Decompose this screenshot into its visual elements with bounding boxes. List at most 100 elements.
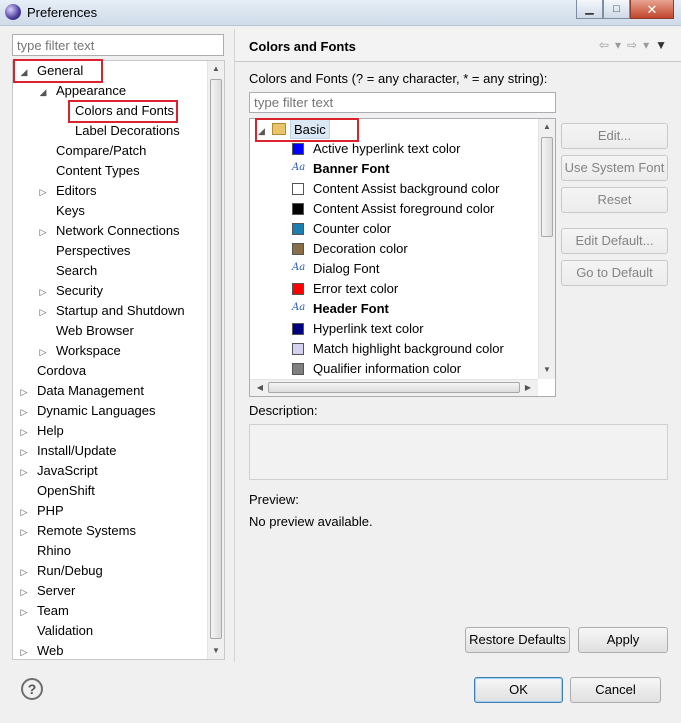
back-icon[interactable]: ⇦ <box>599 38 609 52</box>
back-menu-icon[interactable]: ▾ <box>615 38 621 52</box>
expand-arrow-icon[interactable]: ▷ <box>38 282 48 302</box>
tree-item[interactable]: Data Management <box>37 381 144 401</box>
color-font-item[interactable]: Content Assist background color <box>313 179 499 199</box>
use-system-font-button[interactable]: Use System Font <box>561 155 668 181</box>
title-bar: Preferences ▁ □ ✕ <box>0 0 681 26</box>
edit-button[interactable]: Edit... <box>561 123 668 149</box>
reset-button[interactable]: Reset <box>561 187 668 213</box>
ok-button[interactable]: OK <box>474 677 563 703</box>
view-menu-icon[interactable]: ▼ <box>655 38 667 52</box>
preference-page: Colors and Fonts ⇦ ▾ ⇨ ▾ ▼ Colors and Fo… <box>234 29 681 662</box>
close-button[interactable]: ✕ <box>630 0 674 19</box>
expand-arrow-icon[interactable]: ▷ <box>38 222 48 242</box>
expand-arrow-icon[interactable]: ▷ <box>38 342 48 362</box>
color-font-item[interactable]: Dialog Font <box>313 259 379 279</box>
tree-item[interactable]: Perspectives <box>56 241 130 261</box>
filter-label: Colors and Fonts (? = any character, * =… <box>249 71 548 86</box>
color-font-item[interactable]: Counter color <box>313 219 391 239</box>
minimize-button[interactable]: ▁ <box>576 0 603 19</box>
expand-arrow-icon[interactable]: ▷ <box>19 382 29 402</box>
scroll-left-icon[interactable]: ◀ <box>252 380 268 396</box>
tree-item[interactable]: Keys <box>56 201 85 221</box>
tree-item[interactable]: Run/Debug <box>37 561 103 581</box>
list-vscroll[interactable]: ▲ ▼ <box>538 119 555 379</box>
expand-arrow-icon[interactable]: ▷ <box>38 302 48 322</box>
help-icon[interactable]: ? <box>21 678 43 700</box>
scroll-up-icon[interactable]: ▲ <box>208 61 224 77</box>
color-font-item[interactable]: Qualifier information color <box>313 359 461 379</box>
expand-arrow-icon[interactable]: ▷ <box>19 402 29 422</box>
tree-item[interactable]: Editors <box>56 181 96 201</box>
scroll-right-icon[interactable]: ▶ <box>520 380 536 396</box>
color-font-item[interactable]: Error text color <box>313 279 398 299</box>
tree-item[interactable]: Web Browser <box>56 321 134 341</box>
scroll-down-icon[interactable]: ▼ <box>208 643 224 659</box>
tree-item[interactable]: Compare/Patch <box>56 141 146 161</box>
tree-item[interactable]: Server <box>37 581 75 601</box>
expand-arrow-icon[interactable]: ▷ <box>38 182 48 202</box>
color-font-item[interactable]: Hyperlink text color <box>313 319 424 339</box>
forward-icon[interactable]: ⇨ <box>627 38 637 52</box>
colors-fonts-tree[interactable]: ◢ Basic ▲ ▼ ◀ ▶ Active hyperlink text co… <box>249 118 556 397</box>
page-title: Colors and Fonts <box>249 39 356 54</box>
page-header: Colors and Fonts ⇦ ▾ ⇨ ▾ ▼ <box>235 29 681 62</box>
list-scroll-thumb[interactable] <box>541 137 553 237</box>
tree-item[interactable]: Cordova <box>37 361 86 381</box>
tree-scroll-thumb[interactable] <box>210 79 222 639</box>
tree-item[interactable]: Remote Systems <box>37 521 136 541</box>
tree-item[interactable]: Help <box>37 421 64 441</box>
expand-arrow-icon[interactable]: ▷ <box>19 602 29 622</box>
tree-item[interactable]: Team <box>37 601 69 621</box>
expand-arrow-icon[interactable]: ▷ <box>19 502 29 522</box>
tree-item[interactable]: Startup and Shutdown <box>56 301 185 321</box>
color-font-item[interactable]: Content Assist foreground color <box>313 199 494 219</box>
color-swatch-icon <box>292 283 304 295</box>
tree-item[interactable]: OpenShift <box>37 481 95 501</box>
list-hscroll-thumb[interactable] <box>268 382 520 393</box>
tree-item[interactable]: PHP <box>37 501 64 521</box>
tree-item[interactable]: Search <box>56 261 97 281</box>
tree-item[interactable]: Web <box>37 641 64 659</box>
tree-item[interactable]: Content Types <box>56 161 140 181</box>
expand-arrow-icon[interactable]: ▷ <box>19 462 29 482</box>
left-filter-input[interactable] <box>12 34 224 56</box>
color-font-item[interactable]: Active hyperlink text color <box>313 139 460 159</box>
scroll-down-icon[interactable]: ▼ <box>539 362 555 378</box>
edit-default-button[interactable]: Edit Default... <box>561 228 668 254</box>
forward-menu-icon[interactable]: ▾ <box>643 38 649 52</box>
tree-item[interactable]: Dynamic Languages <box>37 401 156 421</box>
tree-item[interactable]: Security <box>56 281 103 301</box>
tree-item[interactable]: Workspace <box>56 341 121 361</box>
expand-arrow-icon[interactable]: ▷ <box>19 422 29 442</box>
scroll-up-icon[interactable]: ▲ <box>539 119 555 135</box>
color-font-item[interactable]: Banner Font <box>313 159 390 179</box>
font-icon: Aa <box>292 302 306 313</box>
description-box <box>249 424 668 480</box>
tree-item[interactable]: JavaScript <box>37 461 98 481</box>
tree-scrollbar[interactable]: ▲ ▼ <box>207 61 224 659</box>
list-hscroll[interactable]: ◀ ▶ <box>250 379 538 396</box>
tree-item[interactable]: Appearance <box>56 81 126 101</box>
color-font-item[interactable]: Header Font <box>313 299 389 319</box>
expand-arrow-icon[interactable]: ▷ <box>19 442 29 462</box>
expand-arrow-icon[interactable]: ◢ <box>38 82 48 102</box>
font-icon: Aa <box>292 162 306 173</box>
color-font-item[interactable]: Match highlight background color <box>313 339 504 359</box>
tree-item[interactable]: Rhino <box>37 541 71 561</box>
tree-item[interactable]: Install/Update <box>37 441 117 461</box>
expand-arrow-icon[interactable]: ▷ <box>19 562 29 582</box>
colors-fonts-filter-input[interactable] <box>249 92 556 113</box>
preferences-tree[interactable]: ▲ ▼ ◢ General ◢ Appearance Colors and Fonts L… <box>12 60 225 660</box>
go-to-default-button[interactable]: Go to Default <box>561 260 668 286</box>
expand-arrow-icon[interactable]: ▷ <box>19 582 29 602</box>
expand-arrow-icon[interactable]: ▷ <box>19 642 29 659</box>
expand-arrow-icon[interactable]: ▷ <box>19 522 29 542</box>
cancel-button[interactable]: Cancel <box>570 677 661 703</box>
tree-item[interactable]: Validation <box>37 621 93 641</box>
tree-item[interactable]: Label Decorations <box>75 121 180 141</box>
restore-defaults-button[interactable]: Restore Defaults <box>465 627 570 653</box>
apply-button[interactable]: Apply <box>578 627 668 653</box>
color-font-item[interactable]: Decoration color <box>313 239 408 259</box>
maximize-button[interactable]: □ <box>603 0 630 19</box>
tree-item[interactable]: Network Connections <box>56 221 180 241</box>
